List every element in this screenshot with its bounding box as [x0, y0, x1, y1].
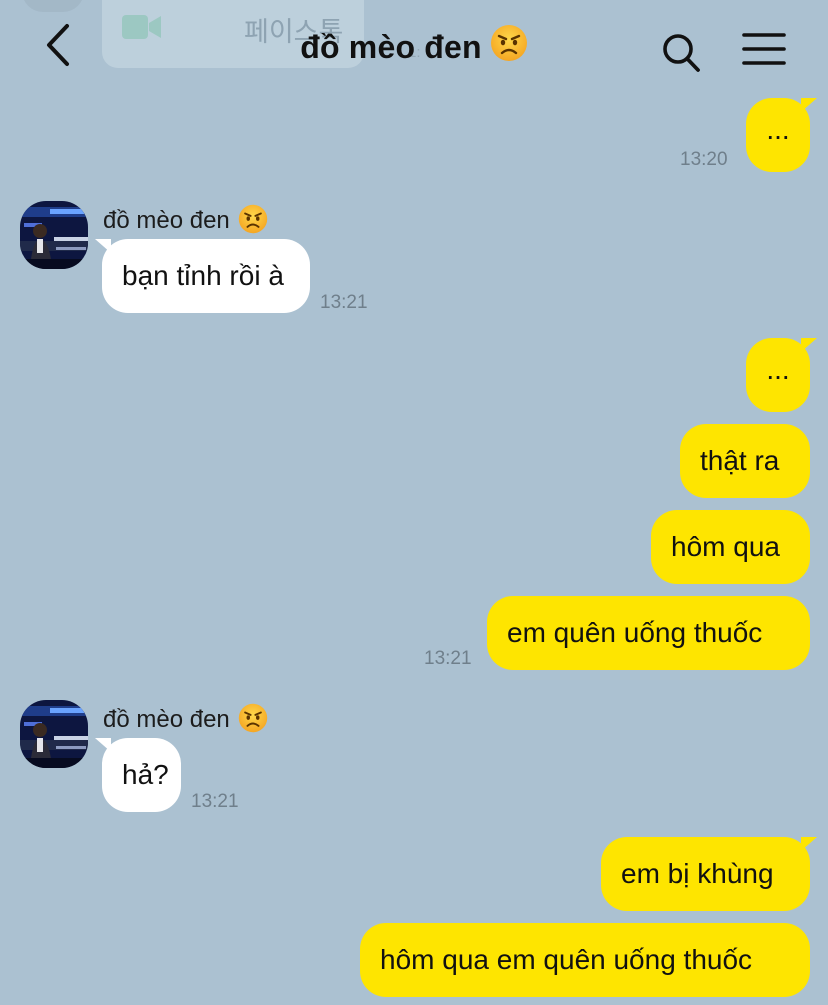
- my-message-bubble[interactable]: hôm qua em quên uống thuốc: [360, 923, 810, 997]
- their-message-bubble[interactable]: bạn tỉnh rồi à: [95, 239, 310, 313]
- previous-avatar: [22, 0, 84, 12]
- sender-name-text: đồ mèo đen: [103, 207, 230, 234]
- avatar[interactable]: [20, 700, 88, 768]
- chat-title-name: đồ mèo đen: [300, 29, 482, 65]
- my-message-bubble[interactable]: em bị khùng: [601, 837, 817, 911]
- menu-button[interactable]: [740, 30, 788, 70]
- my-message-bubble[interactable]: ...: [746, 98, 817, 172]
- sender-name-text: đồ mèo đen: [103, 706, 230, 733]
- my-message-bubble[interactable]: thật ra: [680, 424, 810, 498]
- message-text: ...: [766, 354, 790, 385]
- angry-face-icon: [238, 204, 268, 241]
- message-timestamp: 13:21: [424, 648, 472, 669]
- my-message-bubble[interactable]: ...: [746, 338, 817, 412]
- my-message-bubble[interactable]: em quên uống thuốc: [487, 596, 810, 670]
- search-button[interactable]: [660, 30, 704, 74]
- message-timestamp: 13:21: [320, 292, 368, 313]
- avatar[interactable]: [20, 201, 88, 269]
- message-text: hôm qua: [671, 531, 780, 562]
- message-text: em quên uống thuốc: [507, 617, 763, 648]
- message-text: ...: [766, 114, 790, 145]
- message-text: bạn tỉnh rồi à: [122, 260, 284, 291]
- message-text: thật ra: [700, 445, 780, 476]
- sender-name: đồ mèo đen: [103, 703, 268, 740]
- message-text: em bị khùng: [621, 858, 774, 889]
- search-icon: [663, 34, 700, 72]
- their-message-bubble[interactable]: hả?: [95, 738, 181, 812]
- contact-avatar-photo: [20, 700, 88, 768]
- message-text: hả?: [122, 759, 169, 790]
- message-timestamp: 13:20: [680, 149, 728, 170]
- angry-face-icon: [490, 24, 528, 70]
- contact-avatar-photo: [20, 201, 88, 269]
- hamburger-menu-icon: [742, 33, 786, 65]
- angry-face-icon: [238, 703, 268, 740]
- message-timestamp: 13:21: [191, 791, 239, 812]
- message-text: hôm qua em quên uống thuốc: [380, 944, 753, 975]
- my-message-bubble[interactable]: hôm qua: [651, 510, 810, 584]
- sender-name: đồ mèo đen: [103, 204, 268, 241]
